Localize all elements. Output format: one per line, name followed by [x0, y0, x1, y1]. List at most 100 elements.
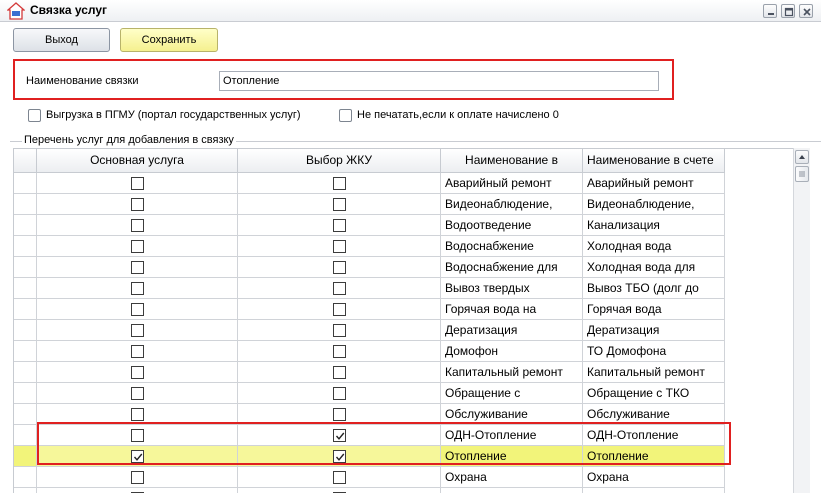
row-indicator[interactable] [14, 173, 37, 194]
name-cell[interactable]: Дератизация [441, 320, 583, 341]
jku-cell[interactable] [238, 362, 441, 383]
name-cell[interactable]: Водоснабжение [441, 236, 583, 257]
column-header-main-service[interactable]: Основная услуга [37, 149, 238, 173]
bill-name-cell[interactable]: Капитальный ремонт [583, 362, 725, 383]
table-row[interactable]: Водоснабжение для Холодная вода для [14, 257, 725, 278]
name-cell[interactable]: Вывоз твердых [441, 278, 583, 299]
bill-name-cell[interactable]: Охрана [583, 467, 725, 488]
restore-icon[interactable] [781, 4, 795, 18]
name-cell[interactable]: Обслуживание [441, 404, 583, 425]
main-service-checkbox[interactable] [130, 428, 144, 442]
row-indicator[interactable] [14, 383, 37, 404]
main-service-cell[interactable] [37, 320, 238, 341]
name-cell[interactable]: Капитальный ремонт [441, 362, 583, 383]
jku-cell[interactable] [238, 215, 441, 236]
jku-cell[interactable] [238, 446, 441, 467]
main-service-cell[interactable] [37, 467, 238, 488]
jku-checkbox[interactable] [332, 197, 346, 211]
bill-name-cell[interactable]: Холодная вода для [583, 257, 725, 278]
bill-name-cell[interactable]: Канализация [583, 215, 725, 236]
name-input[interactable]: Отопление [219, 71, 659, 91]
main-service-cell[interactable] [37, 383, 238, 404]
row-indicator[interactable] [14, 446, 37, 467]
main-service-cell[interactable] [37, 257, 238, 278]
main-service-cell[interactable] [37, 215, 238, 236]
save-button[interactable]: Сохранить [120, 28, 218, 52]
exit-button[interactable]: Выход [13, 28, 110, 52]
main-service-cell[interactable] [37, 236, 238, 257]
table-row[interactable]: ОДН-Отопление ОДН-Отопление [14, 425, 725, 446]
table-row[interactable]: Домофон ТО Домофона [14, 341, 725, 362]
no-print-checkbox[interactable] [339, 108, 352, 122]
jku-checkbox[interactable] [332, 302, 346, 316]
row-indicator[interactable] [14, 341, 37, 362]
jku-checkbox[interactable] [332, 449, 346, 463]
export-checkbox-row[interactable]: Выгрузка в ПГМУ (портал государственных … [28, 107, 301, 123]
table-row[interactable] [14, 488, 725, 493]
main-service-cell[interactable] [37, 194, 238, 215]
bill-name-cell[interactable]: Аварийный ремонт [583, 173, 725, 194]
no-print-checkbox-row[interactable]: Не печатать,если к оплате начислено 0 [339, 107, 559, 123]
table-row[interactable]: Видеонаблюдение, Видеонаблюдение, [14, 194, 725, 215]
name-cell[interactable]: Водоотведение [441, 215, 583, 236]
close-icon[interactable] [799, 4, 813, 18]
jku-cell[interactable] [238, 194, 441, 215]
main-service-cell[interactable] [37, 404, 238, 425]
main-service-cell[interactable] [37, 446, 238, 467]
bill-name-cell[interactable]: Горячая вода [583, 299, 725, 320]
bill-name-cell[interactable]: ТО Домофона [583, 341, 725, 362]
row-indicator[interactable] [14, 362, 37, 383]
jku-checkbox[interactable] [332, 386, 346, 400]
row-indicator[interactable] [14, 236, 37, 257]
bill-name-cell[interactable]: ОДН-Отопление [583, 425, 725, 446]
jku-cell[interactable] [238, 383, 441, 404]
jku-checkbox[interactable] [332, 365, 346, 379]
row-indicator[interactable] [14, 278, 37, 299]
bill-name-cell[interactable]: Видеонаблюдение, [583, 194, 725, 215]
main-service-checkbox[interactable] [130, 344, 144, 358]
bill-name-cell[interactable]: Холодная вода [583, 236, 725, 257]
jku-checkbox[interactable] [332, 176, 346, 190]
main-service-cell[interactable] [37, 362, 238, 383]
name-cell[interactable]: Аварийный ремонт [441, 173, 583, 194]
column-header-name[interactable]: Наименование в [441, 149, 583, 173]
minimize-icon[interactable] [763, 4, 777, 18]
main-service-cell[interactable] [37, 173, 238, 194]
main-service-checkbox[interactable] [130, 449, 144, 463]
jku-cell[interactable] [238, 467, 441, 488]
main-service-checkbox[interactable] [130, 407, 144, 421]
table-row[interactable]: Капитальный ремонт Капитальный ремонт [14, 362, 725, 383]
jku-cell[interactable] [238, 278, 441, 299]
bill-name-cell[interactable] [583, 488, 725, 493]
scroll-thumb[interactable] [795, 166, 809, 182]
jku-cell[interactable] [238, 425, 441, 446]
name-cell[interactable]: Отопление [441, 446, 583, 467]
main-service-cell[interactable] [37, 425, 238, 446]
table-row[interactable]: Отопление Отопление [14, 446, 725, 467]
bill-name-cell[interactable]: Дератизация [583, 320, 725, 341]
name-cell[interactable]: Обращение с [441, 383, 583, 404]
name-cell[interactable]: Домофон [441, 341, 583, 362]
row-indicator[interactable] [14, 467, 37, 488]
name-cell[interactable]: ОДН-Отопление [441, 425, 583, 446]
main-service-checkbox[interactable] [130, 197, 144, 211]
jku-checkbox[interactable] [332, 239, 346, 253]
name-cell[interactable]: Видеонаблюдение, [441, 194, 583, 215]
main-service-checkbox[interactable] [130, 176, 144, 190]
row-indicator[interactable] [14, 320, 37, 341]
main-service-checkbox[interactable] [130, 365, 144, 379]
jku-checkbox[interactable] [332, 281, 346, 295]
name-cell[interactable]: Охрана [441, 467, 583, 488]
jku-cell[interactable] [238, 299, 441, 320]
name-cell[interactable]: Водоснабжение для [441, 257, 583, 278]
main-service-cell[interactable] [37, 341, 238, 362]
column-header-jku[interactable]: Выбор ЖКУ [238, 149, 441, 173]
table-row[interactable]: Охрана Охрана [14, 467, 725, 488]
main-service-checkbox[interactable] [130, 239, 144, 253]
scroll-up-icon[interactable] [795, 150, 809, 164]
bill-name-cell[interactable]: Вывоз ТБО (долг до [583, 278, 725, 299]
row-indicator[interactable] [14, 194, 37, 215]
row-indicator[interactable] [14, 425, 37, 446]
vertical-scrollbar[interactable] [793, 148, 810, 493]
jku-cell[interactable] [238, 404, 441, 425]
